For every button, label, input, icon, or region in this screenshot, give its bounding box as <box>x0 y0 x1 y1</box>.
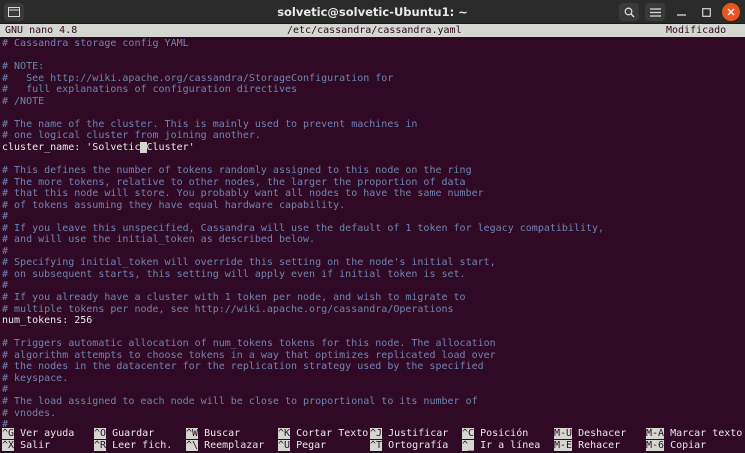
shortcut-item[interactable]: ^O Guardar <box>94 428 154 440</box>
shortcut-key: ^X <box>2 440 15 451</box>
editor-line: # The more tokens, relative to other nod… <box>2 176 466 188</box>
editor-line: # NOTE: <box>2 61 45 73</box>
editor-line: # multiple tokens per node, see http://w… <box>2 303 454 315</box>
terminal-tab-icon[interactable] <box>4 3 24 21</box>
file-path: /etc/cassandra/cassandra.yaml <box>287 25 462 36</box>
shortcut-item[interactable]: M-A Marcar texto <box>646 428 742 440</box>
editor-line: # Triggers automatic allocation of num_t… <box>2 338 496 350</box>
shortcut-item[interactable]: ^R Leer fich. <box>94 440 172 452</box>
shortcut-item[interactable]: ^T Ortografía <box>370 440 448 452</box>
shortcut-item[interactable]: ^G Ver ayuda <box>2 428 74 440</box>
shortcut-label: Buscar <box>198 428 241 439</box>
shortcut-label: Reemplazar <box>198 440 265 451</box>
shortcut-key: ^K <box>278 428 291 439</box>
editor-line: # See http://wiki.apache.org/cassandra/S… <box>2 72 394 84</box>
search-icon[interactable] <box>619 3 639 21</box>
editor-line: # keyspace. <box>2 372 69 384</box>
shortcut-item[interactable]: ^J Justificar <box>370 428 448 440</box>
shortcut-item[interactable]: ^K Cortar Texto <box>278 428 368 440</box>
shortcut-key: ^T <box>370 440 383 451</box>
shortcut-label: Ortografía <box>382 440 449 451</box>
shortcut-item[interactable]: ^C Posición <box>462 428 528 440</box>
nano-version: GNU nano 4.8 <box>5 25 78 36</box>
editor-line: # /NOTE <box>2 95 45 107</box>
editor-line: # on subsequent starts, this setting wil… <box>2 268 466 280</box>
shortcut-key: M-U <box>554 428 573 439</box>
editor-line: cluster_name: 'Solvetic Cluster' <box>2 141 743 154</box>
editor-line: # algorithm attempts to choose tokens in… <box>2 349 496 361</box>
shortcut-label: Guardar <box>106 428 155 439</box>
shortcut-key: ^G <box>2 428 15 439</box>
shortcut-item[interactable]: ^U Pegar <box>278 440 326 452</box>
editor-line: # <box>2 280 9 292</box>
editor-line: # If you already have a cluster with 1 t… <box>2 292 466 304</box>
window-titlebar: solvetic@solvetic-Ubuntu1: ~ <box>0 0 745 24</box>
shortcut-item[interactable]: ^\ Reemplazar <box>186 440 264 452</box>
shortcut-item[interactable]: ^_ Ir a línea <box>462 440 540 452</box>
shortcut-label: Justificar <box>382 428 449 439</box>
shortcut-label: Posición <box>474 428 529 439</box>
shortcut-key: ^R <box>94 440 107 451</box>
editor-line: # Cassandra storage config YAML <box>2 38 189 49</box>
shortcut-key: ^J <box>370 428 383 439</box>
editor-line: # and will use the initial_token as desc… <box>2 234 316 246</box>
shortcut-key: ^_ <box>462 440 475 451</box>
shortcut-key: ^O <box>94 428 107 439</box>
shortcut-label: Rehacer <box>572 440 621 451</box>
editor-line: # If you leave this unspecified, Cassand… <box>2 222 605 234</box>
shortcut-label: Marcar texto <box>664 428 743 439</box>
shortcut-key: M-E <box>554 440 573 451</box>
shortcut-label: Deshacer <box>572 428 627 439</box>
shortcut-label: Ver ayuda <box>14 428 75 439</box>
line-text: cluster_name: 'Solvetic <box>2 141 141 153</box>
editor-line: # that this node will store. You probabl… <box>2 188 484 200</box>
shortcut-key: ^C <box>462 428 475 439</box>
editor-line: # <box>2 245 9 257</box>
editor-text-area[interactable]: # Cassandra storage config YAML # NOTE: # … <box>2 38 743 430</box>
editor-line: # The load assigned to each node will be… <box>2 395 478 407</box>
editor-line: # The name of the cluster. This is mainl… <box>2 118 418 130</box>
shortcut-key: M-6 <box>646 440 665 451</box>
shortcut-item[interactable]: M-6 Copiar <box>646 440 706 452</box>
editor-line: # full explanations of configuration dir… <box>2 84 298 96</box>
line-text: Cluster' <box>146 141 195 153</box>
minimize-icon[interactable] <box>672 3 690 21</box>
editor-line: # the nodes in the datacenter for the re… <box>2 361 484 373</box>
shortcut-label: Ir a línea <box>474 440 541 451</box>
hamburger-menu-icon[interactable] <box>645 3 665 21</box>
editor-line: # of tokens assuming they have equal har… <box>2 199 346 211</box>
editor-line: # vnodes. <box>2 407 57 419</box>
shortcut-label: Salir <box>14 440 51 451</box>
shortcut-key: ^\ <box>186 440 199 451</box>
shortcut-bar: ^G Ver ayuda ^O Guardar ^W Buscar ^K Cortar… <box>0 428 745 453</box>
shortcut-item[interactable]: M-E Rehacer <box>554 440 620 452</box>
editor-line: # <box>2 384 9 396</box>
shortcut-item[interactable]: ^W Buscar <box>186 428 240 440</box>
nano-header-bar: GNU nano 4.8 /etc/cassandra/cassandra.ya… <box>0 24 745 37</box>
editor-line: # Specifying initial_token will override… <box>2 257 496 269</box>
shortcut-label: Cortar Texto <box>290 428 369 439</box>
editor-line: # This defines the number of tokens rand… <box>2 165 472 177</box>
editor-line: # one logical cluster from joining anoth… <box>2 130 261 142</box>
shortcut-label: Pegar <box>290 440 327 451</box>
editor-line: num_tokens: 256 <box>2 315 93 327</box>
modified-status: Modificado <box>666 25 727 36</box>
close-icon[interactable] <box>722 3 740 21</box>
shortcut-item[interactable]: M-U Deshacer <box>554 428 626 440</box>
shortcut-key: ^U <box>278 440 291 451</box>
maximize-icon[interactable] <box>697 3 715 21</box>
shortcut-key: ^W <box>186 428 199 439</box>
shortcut-item[interactable]: ^X Salir <box>2 440 50 452</box>
editor-line: # <box>2 211 9 223</box>
shortcut-key: M-A <box>646 428 665 439</box>
shortcut-label: Copiar <box>664 440 707 451</box>
shortcut-label: Leer fich. <box>106 440 173 451</box>
